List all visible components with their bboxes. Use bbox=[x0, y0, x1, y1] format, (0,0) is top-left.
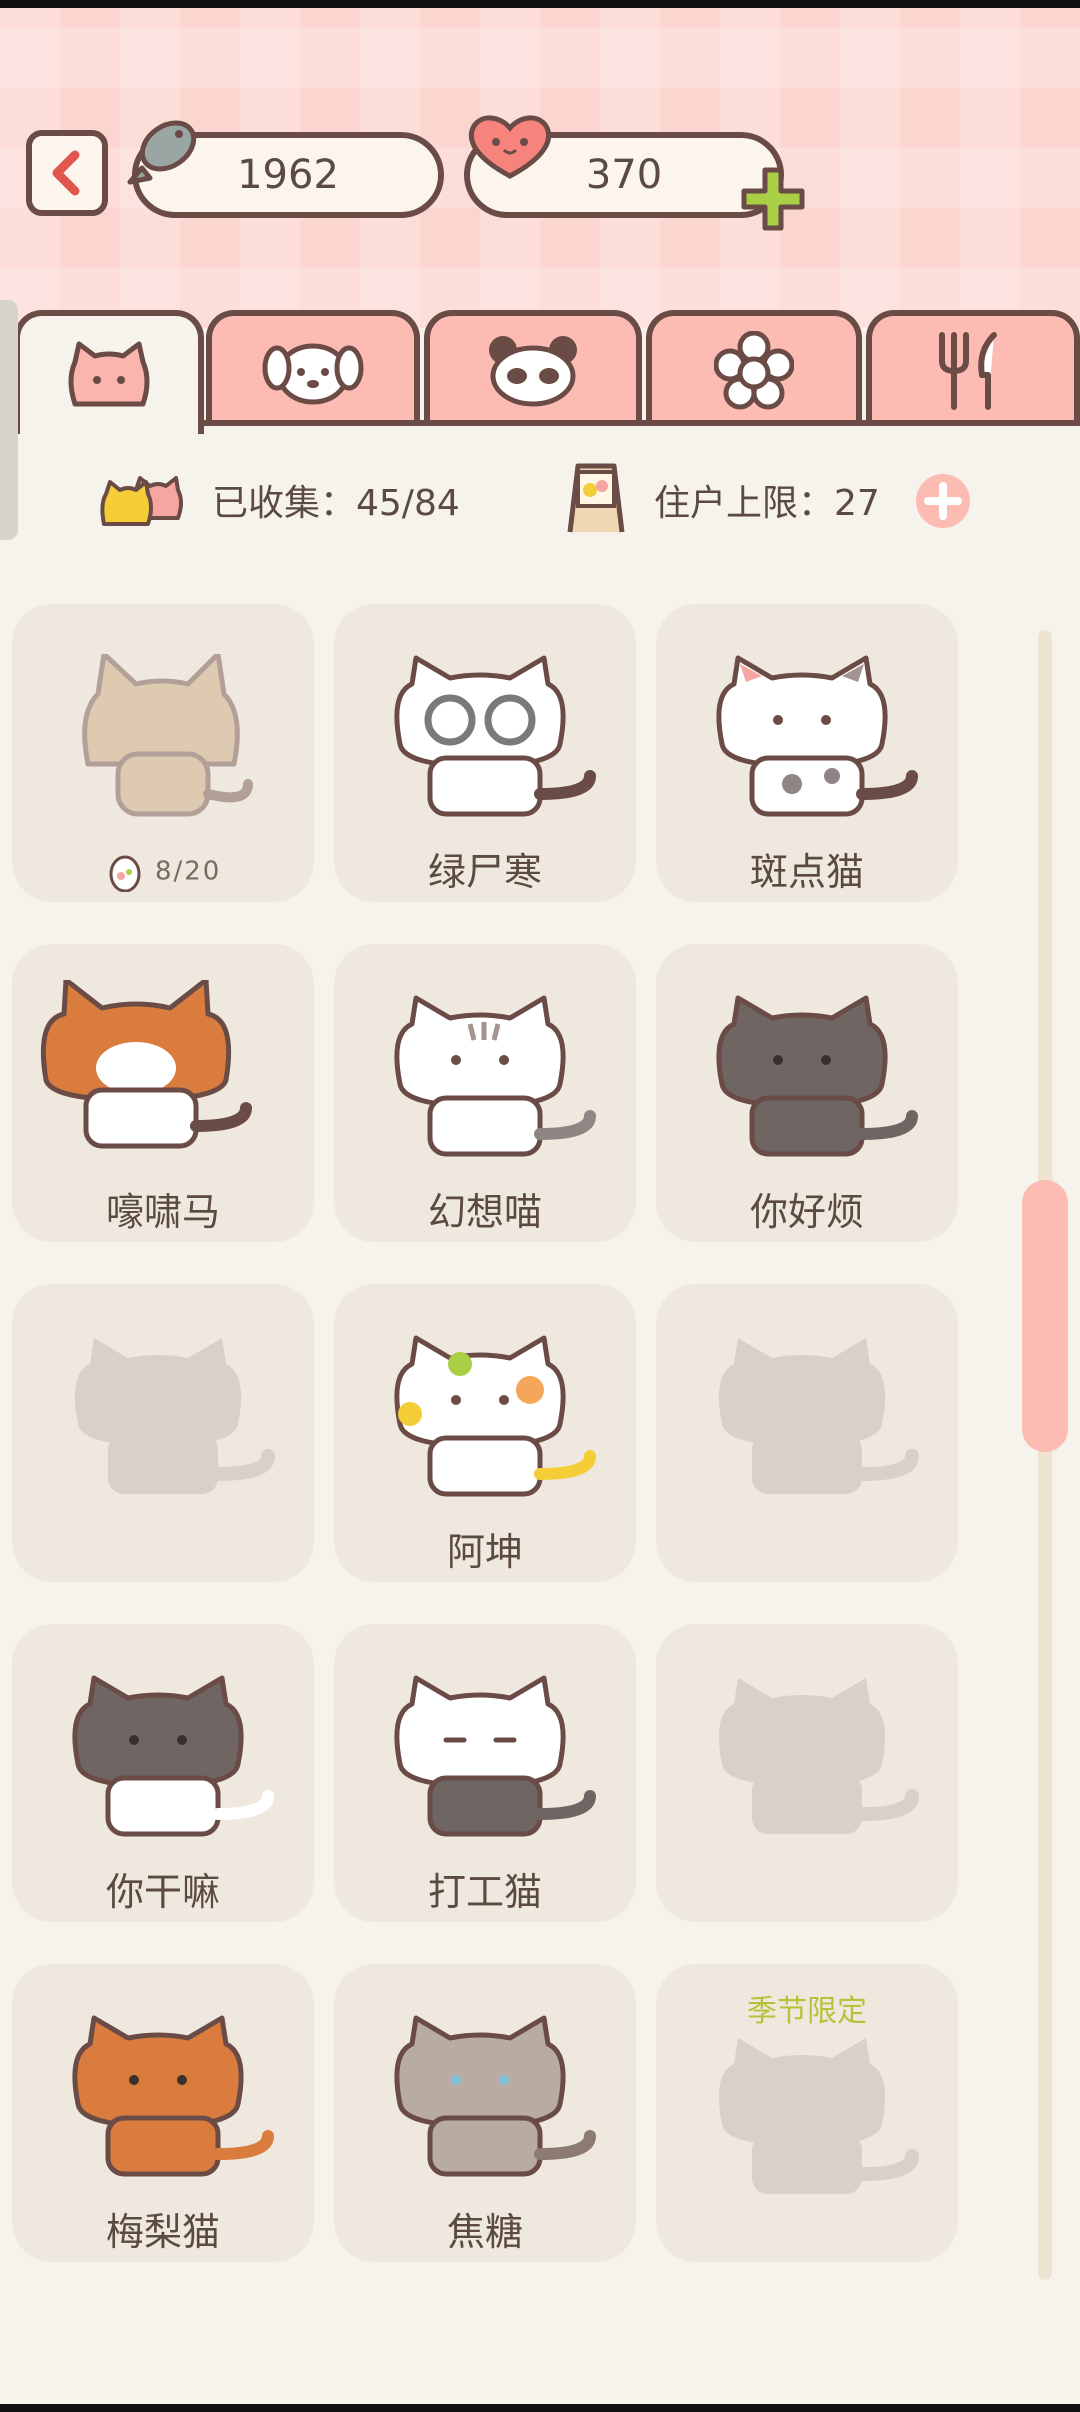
cat-name: 嚎啸马 bbox=[105, 1190, 220, 1234]
add-limit-button[interactable] bbox=[914, 472, 972, 530]
cat-sprite bbox=[40, 980, 252, 1149]
tab-food[interactable] bbox=[866, 310, 1080, 426]
cat-name: 打工猫 bbox=[427, 1870, 542, 1914]
cat-sprite bbox=[82, 654, 253, 817]
heart-icon bbox=[468, 115, 552, 179]
cat-card[interactable]: 焦糖 bbox=[334, 1964, 636, 2262]
tab-flowers[interactable] bbox=[646, 310, 862, 426]
cat-collection-icon bbox=[100, 476, 183, 526]
egg-icon bbox=[109, 855, 141, 893]
fish-count: 1962 bbox=[237, 152, 339, 198]
cat-card-locked[interactable] bbox=[12, 1284, 314, 1582]
cat-sprite bbox=[72, 2015, 274, 2177]
cat-name: 幻想喵 bbox=[427, 1190, 542, 1234]
signboard-icon bbox=[567, 463, 625, 533]
cat-sprite bbox=[716, 995, 918, 1157]
cat-card-locked[interactable] bbox=[656, 1284, 958, 1582]
side-handle[interactable] bbox=[0, 300, 18, 540]
cat-card[interactable]: 梅梨猫 bbox=[12, 1964, 314, 2262]
cat-name: 梅梨猫 bbox=[105, 2210, 220, 2254]
dog-face-icon bbox=[262, 343, 364, 405]
egg-progress: 8/20 bbox=[12, 852, 314, 893]
cat-sprite bbox=[394, 1335, 596, 1497]
flower-icon bbox=[714, 331, 794, 410]
fish-icon bbox=[127, 120, 197, 185]
cat-name: 你干嘛 bbox=[105, 1870, 220, 1914]
scrollbar-track[interactable] bbox=[1038, 630, 1052, 2280]
add-heart-button[interactable] bbox=[738, 164, 808, 234]
nav-bar bbox=[0, 2404, 1080, 2412]
header: 1962 370 bbox=[0, 8, 1080, 328]
cat-card[interactable]: 你干嘛 bbox=[12, 1624, 314, 1922]
cat-silhouette bbox=[74, 1338, 275, 1494]
panda-face-icon bbox=[489, 336, 577, 407]
cat-card[interactable]: 斑点猫 bbox=[656, 604, 958, 902]
cat-sprite bbox=[394, 655, 596, 817]
cat-name: 绿尸寒 bbox=[427, 850, 542, 894]
tab-dogs[interactable] bbox=[206, 310, 420, 426]
cat-name: 阿坤 bbox=[446, 1530, 523, 1574]
cutlery-icon bbox=[939, 332, 997, 410]
tab-cats[interactable] bbox=[14, 310, 204, 434]
cat-card[interactable]: 你好烦 bbox=[656, 944, 958, 1242]
cat-face-icon bbox=[68, 341, 150, 407]
cat-silhouette bbox=[718, 1678, 919, 1834]
cat-card[interactable]: 嚎啸马 bbox=[12, 944, 314, 1242]
cat-sprite bbox=[72, 1675, 274, 1837]
heart-count: 370 bbox=[585, 152, 663, 198]
category-tabs bbox=[0, 310, 1080, 434]
cat-card[interactable]: 8/20 bbox=[12, 604, 314, 902]
cat-sprite bbox=[394, 2015, 596, 2177]
cat-name: 斑点猫 bbox=[749, 850, 864, 894]
cat-name: 焦糖 bbox=[446, 2210, 523, 2254]
stats-row: 已收集：45/84 住户上限：27 bbox=[0, 460, 1080, 533]
cat-silhouette bbox=[718, 1338, 919, 1494]
cat-silhouette bbox=[718, 2038, 919, 2194]
cat-sprite bbox=[394, 1675, 596, 1837]
cat-card-locked[interactable] bbox=[656, 1624, 958, 1922]
cat-card-locked[interactable]: 季节限定 bbox=[656, 1964, 958, 2262]
cat-card[interactable]: 幻想喵 bbox=[334, 944, 636, 1242]
season-limited-badge: 季节限定 bbox=[747, 1994, 867, 2029]
cat-sprite bbox=[716, 655, 918, 817]
back-button[interactable] bbox=[26, 130, 108, 216]
resident-limit: 住户上限：27 bbox=[654, 483, 880, 524]
cat-card[interactable]: 绿尸寒 bbox=[334, 604, 636, 902]
cat-card[interactable]: 阿坤 bbox=[334, 1284, 636, 1582]
collected-count: 已收集：45/84 bbox=[212, 483, 460, 524]
scrollbar-thumb[interactable] bbox=[1022, 1180, 1068, 1452]
cat-card[interactable]: 打工猫 bbox=[334, 1624, 636, 1922]
cat-sprite bbox=[394, 995, 596, 1157]
chevron-left-icon bbox=[52, 150, 80, 196]
cat-name: 你好烦 bbox=[749, 1190, 864, 1234]
tab-pandas[interactable] bbox=[424, 310, 642, 426]
status-bar bbox=[0, 0, 1080, 8]
egg-progress-text: 8/20 bbox=[154, 856, 222, 887]
